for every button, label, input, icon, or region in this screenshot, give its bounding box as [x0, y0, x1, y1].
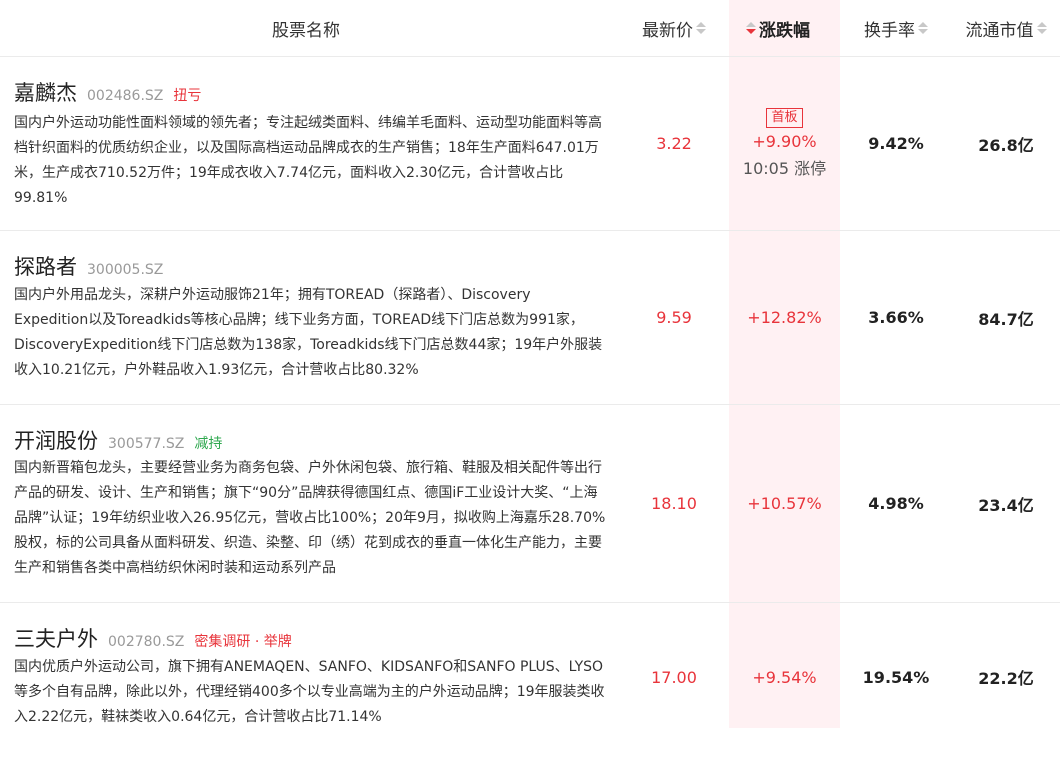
stock-title: 嘉麟杰 002486.SZ 扭亏 [14, 77, 201, 107]
sort-icon [918, 22, 928, 34]
turnover-rate: 19.54% [862, 667, 930, 687]
stock-name[interactable]: 开润股份 [14, 425, 98, 455]
latest-price: 9.59 [656, 308, 692, 327]
stock-description: 国内户外用品龙头，深耕户外运动服饰21年；拥有TOREAD（探路者）、Disco… [14, 287, 603, 378]
market-cap: 84.7亿 [978, 309, 1034, 329]
header-mcap[interactable]: 流通市值 [952, 0, 1060, 56]
stock-code: 300577.SZ [108, 436, 185, 452]
turnover-rate: 3.66% [868, 308, 924, 327]
table-row[interactable]: 嘉麟杰 002486.SZ 扭亏 国内户外运动功能性面料领域的领先者；专注起绒类… [0, 57, 1060, 231]
turnover-cell: 19.54% [840, 603, 952, 751]
change-cell: +10.57% [729, 405, 840, 602]
stock-description: 国内户外运动功能性面料领域的领先者；专注起绒类面料、纬编羊毛面料、运动型功能面料… [14, 115, 602, 206]
change-cell: 首板 +9.90% 10:05 涨停 [729, 57, 840, 230]
market-cap: 23.4亿 [978, 495, 1034, 515]
header-turnover-label: 换手率 [864, 20, 915, 41]
mcap-cell: 23.4亿 [952, 405, 1060, 602]
stock-tag[interactable]: 密集调研 · 举牌 [194, 631, 291, 651]
header-name-label: 股票名称 [272, 20, 340, 41]
market-cap: 22.2亿 [978, 669, 1034, 688]
stock-name[interactable]: 探路者 [14, 251, 77, 281]
header-name[interactable]: 股票名称 [0, 0, 612, 56]
price-cell: 9.59 [620, 231, 728, 404]
header-price[interactable]: 最新价 [620, 0, 728, 56]
header-change[interactable]: 涨跌幅 [729, 0, 840, 56]
latest-price: 17.00 [651, 667, 697, 687]
turnover-cell: 9.42% [840, 57, 952, 230]
mcap-cell: 26.8亿 [952, 57, 1060, 230]
header-mcap-label: 流通市值 [965, 20, 1034, 41]
turnover-rate: 9.42% [868, 134, 924, 153]
header-turnover[interactable]: 换手率 [840, 0, 952, 56]
turnover-cell: 3.66% [840, 231, 952, 404]
price-cell: 17.00 [620, 603, 728, 751]
stock-description: 国内优质户外运动公司，旗下拥有ANEMAQEN、SANFO、KIDSANFO和S… [14, 659, 605, 725]
stock-name[interactable]: 嘉麟杰 [14, 77, 77, 107]
stock-code: 300005.SZ [87, 262, 164, 278]
latest-price: 3.22 [656, 134, 692, 153]
stock-code: 002486.SZ [87, 88, 164, 104]
table-header: 股票名称 最新价 涨跌幅 换手率 流通市值 [0, 0, 1060, 57]
limit-up-time: 10:05 涨停 [742, 159, 827, 178]
change-percent: +9.90% [752, 132, 817, 151]
change-percent: +12.82% [747, 308, 822, 327]
latest-price: 18.10 [651, 494, 697, 513]
stock-table: 股票名称 最新价 涨跌幅 换手率 流通市值 嘉麟杰 002486.SZ 扭亏 国… [0, 0, 1060, 728]
market-cap: 26.8亿 [978, 135, 1034, 155]
price-cell: 3.22 [620, 57, 728, 230]
stock-title: 开润股份 300577.SZ 减持 [14, 425, 222, 455]
turnover-rate: 4.98% [868, 494, 924, 513]
stock-title: 三夫户外 002780.SZ 密集调研 · 举牌 [14, 623, 292, 653]
header-price-label: 最新价 [642, 20, 693, 41]
stock-name[interactable]: 三夫户外 [14, 623, 98, 653]
stock-code: 002780.SZ [108, 634, 185, 650]
stock-tag[interactable]: 减持 [194, 433, 222, 453]
table-row[interactable]: 开润股份 300577.SZ 减持 国内新晋箱包龙头，主要经营业务为商务包袋、户… [0, 405, 1060, 603]
change-cell: +9.54% [729, 603, 840, 751]
turnover-cell: 4.98% [840, 405, 952, 602]
table-row[interactable]: 三夫户外 002780.SZ 密集调研 · 举牌 国内优质户外运动公司，旗下拥有… [0, 603, 1060, 763]
price-cell: 18.10 [620, 405, 728, 602]
first-board-badge: 首板 [766, 108, 803, 128]
sort-icon [1036, 22, 1047, 34]
stock-description: 国内新晋箱包龙头，主要经营业务为商务包袋、户外休闲包袋、旅行箱、鞋服及相关配件等… [14, 460, 606, 576]
mcap-cell: 84.7亿 [952, 231, 1060, 404]
stock-tag[interactable]: 扭亏 [173, 85, 201, 105]
change-percent: +10.57% [747, 494, 822, 513]
change-percent: +9.54% [752, 667, 817, 687]
mcap-cell: 22.2亿 [952, 603, 1060, 751]
stock-title: 探路者 300005.SZ [14, 251, 163, 281]
change-cell: +12.82% [729, 231, 840, 404]
sort-icon [696, 22, 706, 34]
table-row[interactable]: 探路者 300005.SZ 国内户外用品龙头，深耕户外运动服饰21年；拥有TOR… [0, 231, 1060, 405]
